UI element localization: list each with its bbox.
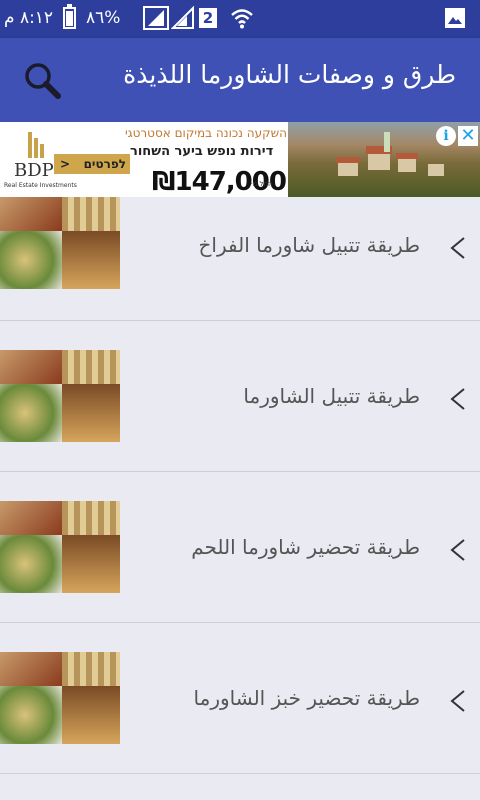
list-item-label: طريقة تحضير خبز الشاورما [193,686,420,710]
search-icon[interactable] [20,58,64,102]
wifi-icon [231,9,253,29]
shawarma-thumbnail [0,501,120,593]
signal-icon [143,6,169,30]
battery-percent: %٨٦ [86,8,121,28]
chevron-left-icon: > [60,157,71,171]
list-item-label: طريقة تتبيل شاورما الفراخ [198,233,421,257]
status-time: ٨:١٢ م [4,8,54,28]
list-item-label: طريقة تحضير شاورما اللحم [191,535,420,559]
shawarma-thumbnail [0,652,120,744]
close-icon[interactable]: ✕ [458,126,478,146]
gallery-icon [445,8,465,28]
battery-icon [63,4,76,29]
signal-icon-2 [171,6,194,29]
ad-cta-label: לפרטים [83,157,126,171]
status-bar: ٨:١٢ م %٨٦ 2 [0,0,480,38]
shawarma-thumbnail [0,350,120,442]
ad-cta-button[interactable]: לפרטים > [54,154,130,174]
ad-subheadline: דירות נופש ביער השחור [130,144,274,159]
app-bar: طرق و وصفات الشاورما اللذيذة [0,38,480,122]
chevron-left-icon [450,388,465,410]
chevron-left-icon [450,539,465,561]
recipe-list: طريقة تتبيل شاورما الفراخ طريقة تتبيل ال… [0,197,480,774]
list-item-label: طريقة تتبيل الشاورما [243,384,420,408]
list-item[interactable]: طريقة تتبيل الشاورما [0,321,480,472]
ad-brand: BDP [14,160,54,181]
ad-headline: השקעה נכונה במיקום אסטרטגי [125,126,288,140]
list-item[interactable]: طريقة تحضير خبز الشاورما [0,623,480,774]
sim2-badge: 2 [199,8,217,28]
ad-brand-sub: Real Estate Investments [4,182,77,189]
list-item[interactable]: طريقة تتبيل شاورما الفراخ [0,197,480,321]
chevron-left-icon [450,237,465,259]
ad-price-prefix: החל מ- [250,180,273,188]
ad-banner[interactable]: BDP Real Estate Investments השקעה נכונה … [0,122,480,197]
shawarma-thumbnail [0,197,120,292]
chevron-left-icon [450,690,465,712]
page-title: طرق و وصفات الشاورما اللذيذة [123,60,456,89]
list-item[interactable]: طريقة تحضير شاورما اللحم [0,472,480,623]
info-icon[interactable]: i [436,126,456,146]
